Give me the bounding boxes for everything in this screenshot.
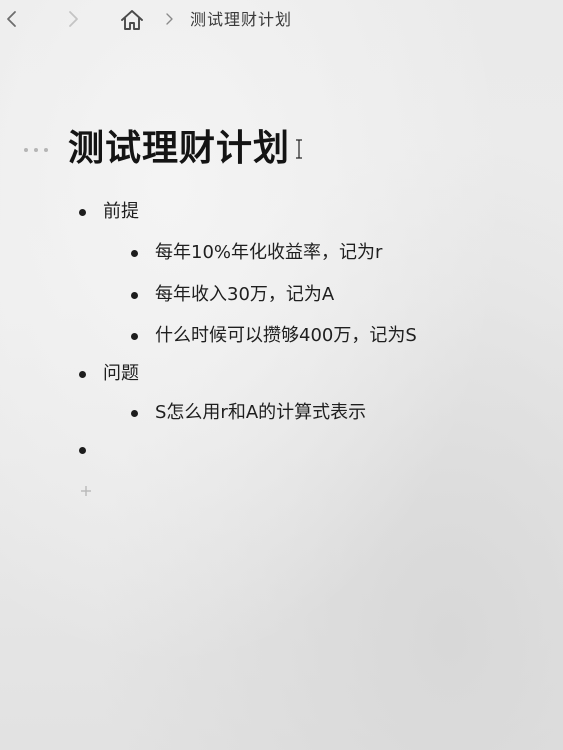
list-item-text[interactable]: 每年收入30万，记为A [155,281,334,309]
list-item[interactable]: 每年10%年化收益率，记为r [131,238,382,268]
list-item[interactable]: 每年收入30万，记为A [131,280,334,310]
add-block-button[interactable] [78,483,94,499]
bullet-icon[interactable] [131,291,138,299]
page-title[interactable]: 测试理财计划 [68,124,290,174]
chevron-left-icon [7,11,16,27]
bullet-icon[interactable] [131,409,138,417]
chevron-right-icon [69,11,78,27]
list-item[interactable] [79,435,103,465]
list-item-text[interactable]: 问题 [103,360,139,388]
plus-icon [81,486,91,496]
list-item-text[interactable]: 什么时候可以攒够400万，记为S [155,322,417,350]
forward-button[interactable] [62,8,84,30]
home-button[interactable] [118,7,146,33]
bullet-icon[interactable] [79,208,86,216]
bullet-icon[interactable] [79,370,86,378]
list-item[interactable]: S怎么用r和A的计算式表示 [131,398,366,428]
bullet-icon[interactable] [131,332,138,340]
list-item[interactable]: 前提 [79,197,139,227]
breadcrumb-current-page[interactable]: 测试理财计划 [190,9,292,31]
bullet-icon[interactable] [79,446,86,454]
list-item-text[interactable]: 每年10%年化收益率，记为r [155,239,382,267]
breadcrumb-separator-icon [163,9,175,29]
bullet-icon[interactable] [131,249,138,257]
list-item-text[interactable]: 前提 [103,198,139,226]
text-cursor-icon [296,139,302,159]
home-icon [121,10,143,30]
drag-handle-icon[interactable] [24,144,48,156]
list-item-text[interactable]: S怎么用r和A的计算式表示 [155,399,366,427]
top-navigation-bar: 测试理财计划 [0,0,563,40]
list-item[interactable]: 什么时候可以攒够400万，记为S [131,321,417,351]
list-item[interactable]: 问题 [79,359,139,389]
back-button[interactable] [1,8,23,30]
